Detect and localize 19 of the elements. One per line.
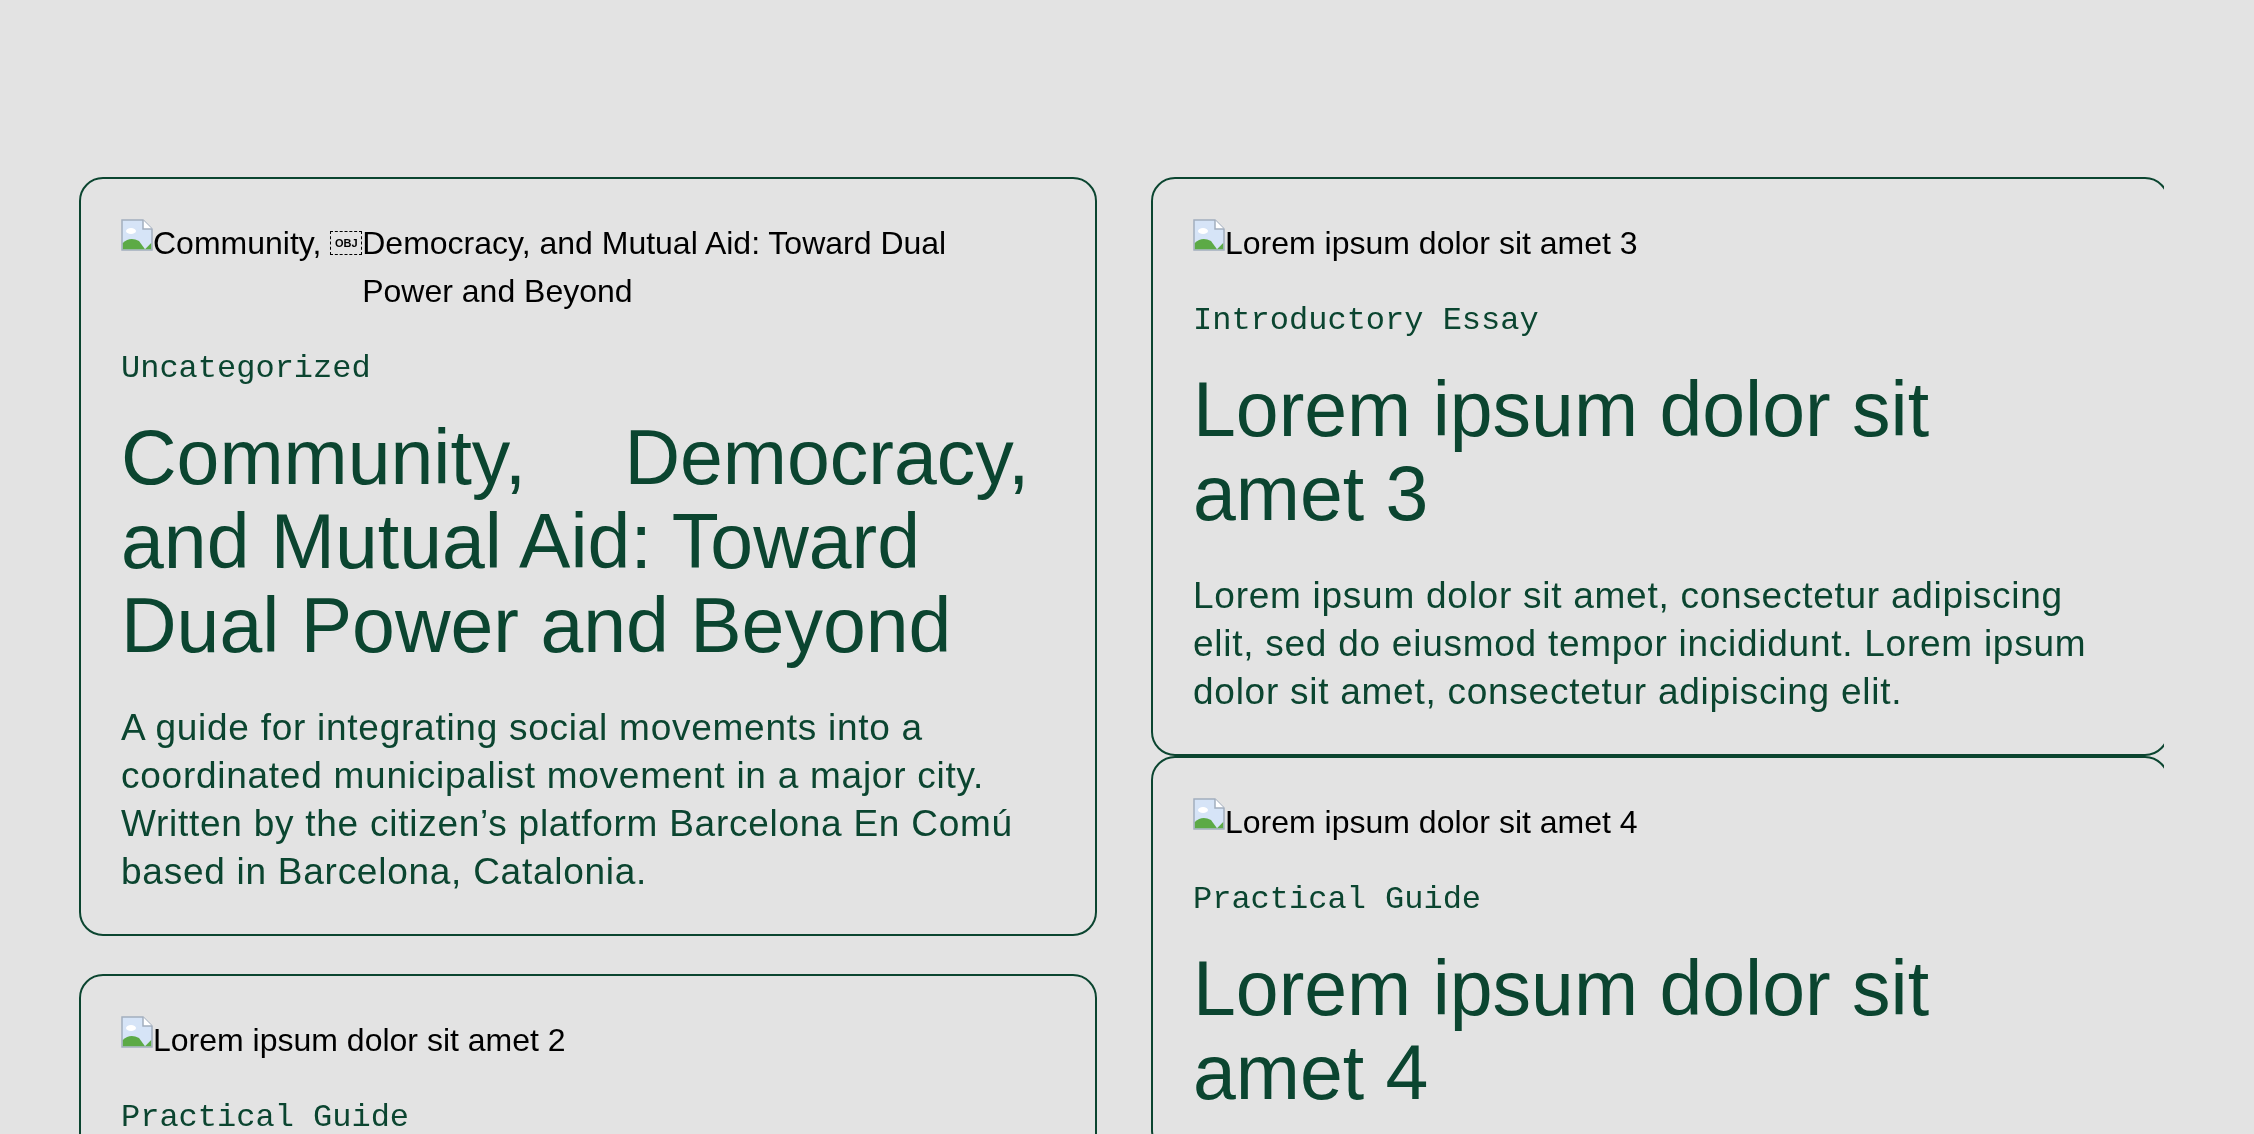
image-alt-text: Lorem ipsum dolor sit amet 4 [1225,803,1638,842]
post-title: Community, Democracy, and Mutual Aid: Toward Dual Power and Beyond [121,415,1031,667]
category-label: Practical Guide [1193,884,1483,916]
broken-image-icon [121,219,153,251]
post-summary: A guide for integrating social movements into a coordinated municipalist movement in a major city. Written by the citizen’s platform Barcelona En Comú based in Barcelona, Catalonia. [121,706,1014,894]
image-alt-text: Lorem ipsum dolor sit amet 2 [153,1021,566,1060]
broken-image-icon [121,1016,153,1048]
category-label: Uncategorized [121,353,372,385]
image-alt-text: Lorem ipsum dolor sit amet 3 [1225,224,1638,263]
broken-image-icon [1193,219,1225,251]
image-alt-text: Community, [153,224,323,263]
post-title: Lorem ipsum dolor sit amet 3 [1193,367,1931,535]
post-summary: Lorem ipsum dolor sit amet, consectetur adipiscing elit, sed do eiusmod tempor incididunt. Lorem ipsum dolor sit amet, consectetur adipiscing elit. [1193,574,2088,714]
object-replacement-glyph: OBJ [330,231,363,255]
broken-image-icon [1193,798,1225,830]
post-title: Lorem ipsum dolor sit amet 4 [1193,946,1931,1114]
category-label: Practical Guide [121,1102,411,1134]
image-alt-text: Democracy, and Mutual Aid: Toward Dual Power and Beyond [362,224,948,311]
category-label: Introductory Essay [1193,305,1540,337]
